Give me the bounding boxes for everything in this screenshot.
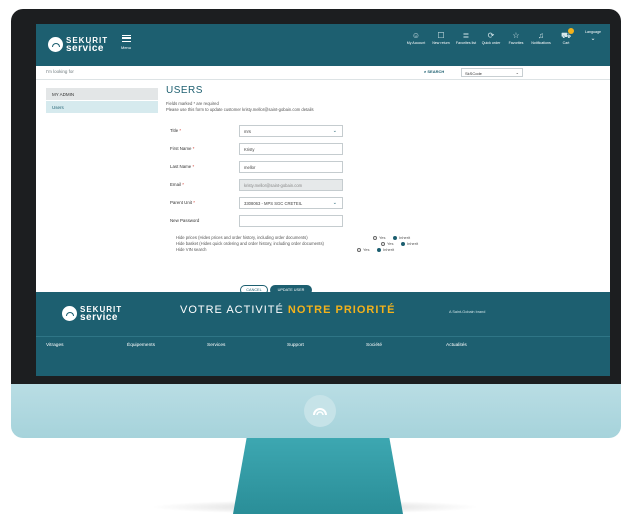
email-row: Email * kristy.mellor@saint-gobain.com xyxy=(170,179,470,192)
page-title: USERS xyxy=(166,85,203,96)
parent-unit-row: Parent Unit * 3308063 - MPS SGC CRETEIL … xyxy=(170,197,470,210)
footer: SEKURIT service VOTRE ACTIVITÉ NOTRE PRI… xyxy=(36,292,610,376)
hide-prices-inherit-radio[interactable] xyxy=(393,235,397,240)
quick-order-icon: ⟳ xyxy=(487,31,495,40)
visibility-options: Hide prices (Hides prices and order hist… xyxy=(176,235,426,253)
return-icon: ☐ xyxy=(437,31,445,40)
brand-logo[interactable]: SEKURIT service xyxy=(48,37,108,54)
monitor-stand xyxy=(233,438,403,514)
hamburger-icon xyxy=(121,35,131,42)
title-row: Title * mrs ⌄ xyxy=(170,125,470,138)
chevron-down-icon: ⌄ xyxy=(332,128,337,134)
footer-link-actualites[interactable]: Actualités xyxy=(446,343,467,348)
first-name-row: First Name * Kristy xyxy=(170,143,470,156)
new-password-field[interactable] xyxy=(239,215,343,227)
search-bar: I'm looking for ⌕ SEARCH SkSCode ⌄ xyxy=(36,66,610,80)
last-name-field[interactable]: mellor xyxy=(239,161,343,173)
list-icon: ≣ xyxy=(462,31,470,40)
hide-vin-yes-radio[interactable] xyxy=(357,247,361,252)
footer-link-societe[interactable]: Société xyxy=(366,343,382,348)
option-hide-vin: Hide VIN search Yes Inherit xyxy=(176,247,395,252)
chevron-down-icon: ⌄ xyxy=(515,70,519,75)
menu-button[interactable]: Menu xyxy=(118,35,134,50)
footer-link-equipements[interactable]: Équipements xyxy=(127,343,155,348)
imac-mockup: SEKURIT service Menu ☺ My Account ☐ New … xyxy=(0,0,624,515)
chevron-down-icon: ⌄ xyxy=(590,36,596,42)
parent-unit-select[interactable]: 3308063 - MPS SGC CRETEIL ⌄ xyxy=(239,197,343,209)
hide-basket-inherit-radio[interactable] xyxy=(401,241,405,246)
footer-brand-note: A Saint-Gobain brand xyxy=(449,310,486,314)
logo-icon xyxy=(62,306,77,321)
hide-basket-yes-radio[interactable] xyxy=(381,241,385,246)
nav-new-return[interactable]: ☐ New return xyxy=(430,30,452,46)
nav-my-account[interactable]: ☺ My Account xyxy=(405,30,427,46)
top-bar: SEKURIT service Menu ☺ My Account ☐ New … xyxy=(36,24,610,66)
footer-link-vitrages[interactable]: Vitrages xyxy=(46,343,64,348)
email-field: kristy.mellor@saint-gobain.com xyxy=(239,179,343,191)
nav-language[interactable]: Language ⌄ xyxy=(580,30,606,46)
user-icon: ☺ xyxy=(411,31,421,40)
star-icon: ☆ xyxy=(512,31,520,40)
footer-divider xyxy=(36,336,610,337)
form-notes: Fields marked * are required Please use … xyxy=(166,101,314,112)
sidebar-item-my-admin[interactable]: MY ADMIN xyxy=(46,88,158,101)
nav-favorites[interactable]: ☆ Favorites xyxy=(505,30,527,46)
footer-link-support[interactable]: Support xyxy=(287,343,304,348)
nav-cart[interactable]: ⛟ Cart xyxy=(555,28,577,46)
sk-code-select[interactable]: SkSCode ⌄ xyxy=(461,68,523,77)
main-content: USERS Fields marked * are required Pleas… xyxy=(166,85,466,227)
cart-badge xyxy=(568,28,574,34)
nav-quick-order[interactable]: ⟳ Quick order xyxy=(480,30,502,46)
footer-slogan: VOTRE ACTIVITÉ NOTRE PRIORITÉ xyxy=(180,304,396,316)
title-select[interactable]: mrs ⌄ xyxy=(239,125,343,137)
footer-link-services[interactable]: Services xyxy=(207,343,225,348)
top-nav: ☺ My Account ☐ New return ≣ Favorites li… xyxy=(402,28,606,46)
screen: SEKURIT service Menu ☺ My Account ☐ New … xyxy=(36,24,610,376)
new-password-row: New Password xyxy=(170,215,470,228)
logo-icon xyxy=(48,37,63,52)
search-input[interactable]: I'm looking for xyxy=(46,69,74,74)
hide-vin-inherit-radio[interactable] xyxy=(377,247,381,252)
first-name-field[interactable]: Kristy xyxy=(239,143,343,155)
search-button[interactable]: ⌕ SEARCH xyxy=(424,69,444,74)
footer-logo[interactable]: SEKURIT service xyxy=(62,306,122,323)
sidebar: MY ADMIN Users xyxy=(46,88,158,114)
brand-bottom: service xyxy=(66,43,104,54)
nav-favorites-list[interactable]: ≣ Favorites list xyxy=(455,30,477,46)
bell-icon: ♫ xyxy=(538,31,544,40)
last-name-row: Last Name * mellor xyxy=(170,161,470,174)
chevron-down-icon: ⌄ xyxy=(332,200,337,206)
hide-prices-yes-radio[interactable] xyxy=(373,235,377,240)
sidebar-item-users[interactable]: Users xyxy=(46,101,158,114)
chin-logo-icon xyxy=(304,395,336,427)
nav-notifications[interactable]: ♫ Notifications xyxy=(530,30,552,46)
menu-label: Menu xyxy=(120,45,131,50)
